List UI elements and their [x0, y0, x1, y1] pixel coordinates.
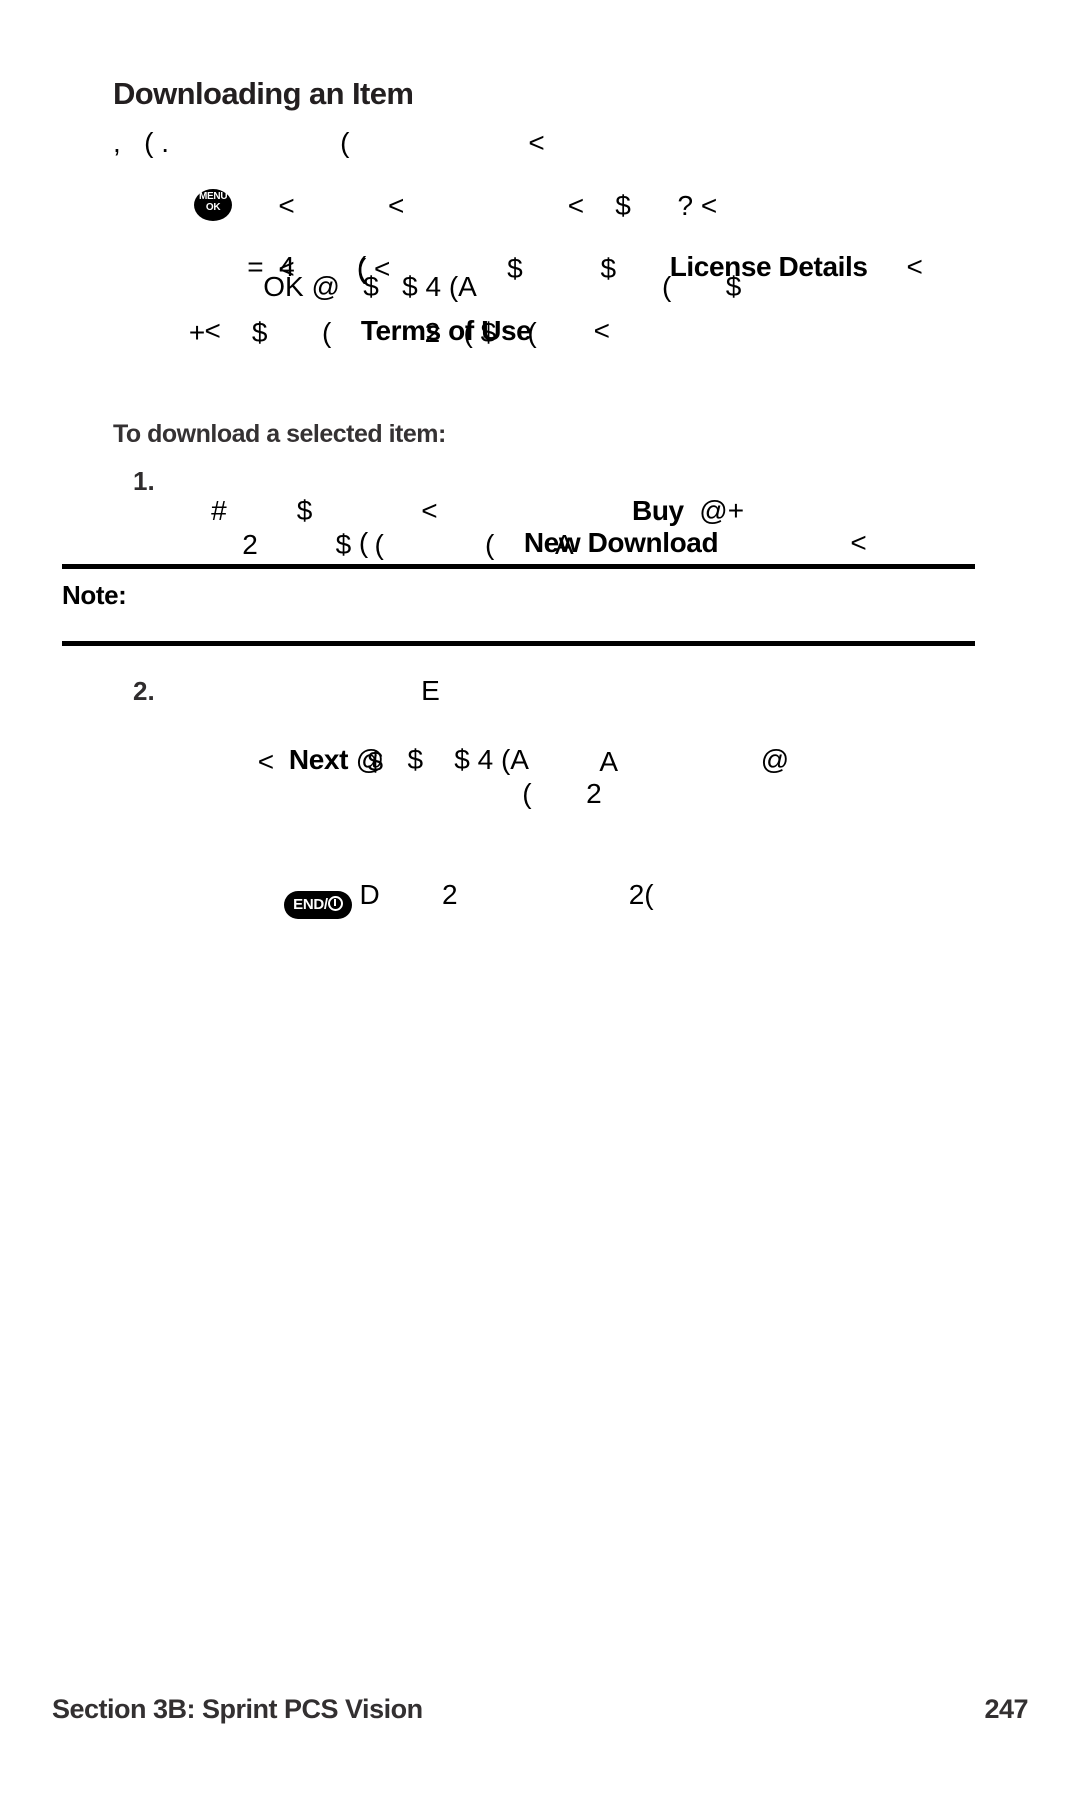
end-key-line-text: D 2 2(: [351, 879, 654, 910]
footer-section-label: Section 3B: Sprint PCS Vision: [52, 1694, 423, 1724]
note-rule-top: [62, 564, 975, 569]
end-power-key-icon: END/: [284, 891, 352, 919]
intro-line-6-suffix: <: [531, 315, 610, 346]
step-2-number: 2.: [133, 676, 155, 706]
step-2-line-1: E: [180, 675, 440, 706]
note-rule-bottom: [62, 641, 975, 646]
term-license-details: License Details: [669, 251, 868, 282]
page-title: Downloading an Item: [113, 76, 414, 111]
subheading-to-download: To download a selected item:: [113, 420, 446, 448]
step-2-line-3: < $ A: [180, 746, 619, 777]
intro-line-1: , ( . ( <: [113, 127, 545, 158]
end-power-key-label: END/: [293, 896, 328, 913]
power-symbol-icon: [327, 896, 343, 911]
note-label: Note:: [62, 580, 127, 610]
step-1-line-3: 2 $ ( ( A: [180, 529, 574, 560]
intro-line-7: + $ ( 2 ( $ (: [150, 317, 537, 348]
intro-line-3: < < < $ ? <: [185, 190, 718, 221]
manual-page: Downloading an Item , ( . ( < MENU OK OK…: [0, 0, 1080, 1800]
footer-page-number: 247: [984, 1694, 1028, 1724]
intro-line-5: < ( < $ $: [185, 253, 617, 284]
step-1-number: 1.: [133, 466, 155, 496]
step-1-line-2-suffix: <: [718, 527, 867, 558]
intro-line-4-suffix: <: [867, 251, 923, 282]
end-key-line: END/ D 2 2(: [253, 850, 654, 949]
step-2-line-4: ( 2: [180, 778, 602, 809]
